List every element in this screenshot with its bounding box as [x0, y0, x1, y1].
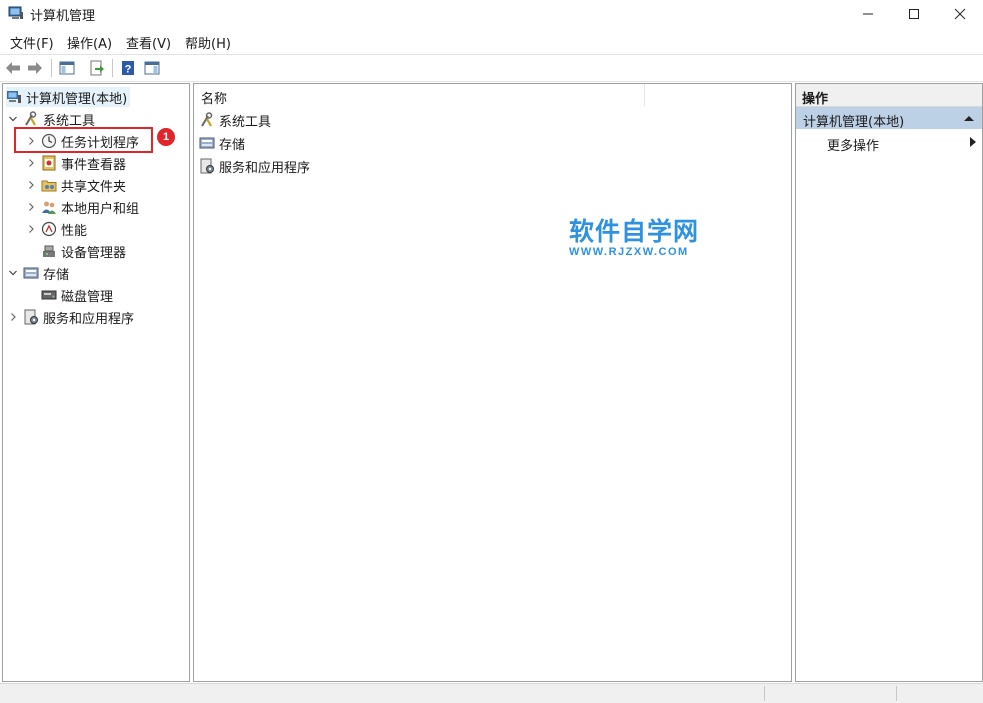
tree-item-label: 本地用户和组: [61, 201, 140, 217]
column-header-name[interactable]: 名称: [194, 84, 645, 107]
minimize-icon: [863, 13, 873, 15]
console-tree-pane[interactable]: 计算机管理(本地) 系统工具 任务计划程序 事件查看器 共享文件夹 本地用户和组…: [2, 83, 190, 682]
shared-folder-icon: [41, 180, 57, 192]
close-icon: [954, 8, 966, 20]
watermark: 软件自学网 WWW.RJZXW.COM: [569, 212, 719, 258]
maximize-button[interactable]: [891, 0, 937, 28]
services-icon: [24, 309, 38, 325]
actions-header-label: 操作: [802, 92, 829, 107]
menu-file[interactable]: 文件(F): [10, 33, 54, 52]
menu-bar: 文件(F) 操作(A) 查看(V) 帮助(H): [0, 30, 983, 52]
toolbar-separator: [112, 59, 113, 77]
tree-root-label: 计算机管理(本地): [26, 91, 128, 107]
list-item[interactable]: 服务和应用程序: [199, 156, 310, 176]
chevron-right-icon[interactable]: [25, 201, 37, 213]
event-viewer-icon: [42, 155, 56, 171]
services-icon: [200, 158, 214, 174]
chevron-down-icon[interactable]: [7, 113, 19, 125]
more-actions-item[interactable]: 更多操作: [796, 131, 982, 154]
tree-item-label: 性能: [61, 223, 88, 239]
list-item[interactable]: 系统工具: [199, 110, 271, 130]
list-item-label: 服务和应用程序: [219, 160, 311, 176]
disk-icon: [41, 290, 57, 300]
window-title: 计算机管理: [30, 9, 96, 24]
users-icon: [42, 201, 56, 214]
computer-management-icon: [8, 6, 23, 19]
chevron-right-icon[interactable]: [7, 311, 19, 323]
close-button[interactable]: [937, 0, 983, 28]
toolbar-separator: [51, 59, 52, 77]
tree-root[interactable]: 计算机管理(本地): [6, 87, 131, 107]
tree-item-disk-management[interactable]: 磁盘管理: [41, 285, 113, 305]
back-arrow-icon: [6, 62, 20, 74]
list-item-label: 存储: [219, 137, 246, 153]
chevron-down-icon[interactable]: [7, 267, 19, 279]
toolbar: ?: [0, 54, 983, 82]
list-item[interactable]: 存储: [199, 133, 245, 153]
help-icon: ?: [122, 61, 134, 76]
export-list-icon: [90, 60, 104, 76]
tree-item-device-manager[interactable]: 设备管理器: [41, 241, 126, 261]
tree-item-label: 磁盘管理: [61, 289, 114, 305]
performance-icon: [41, 221, 57, 237]
forward-button[interactable]: [26, 59, 44, 77]
tools-icon: [201, 112, 213, 127]
annotation-badge: 1: [157, 128, 175, 146]
tree-item-event-viewer[interactable]: 事件查看器: [25, 153, 126, 173]
submenu-arrow-icon: [970, 137, 976, 147]
results-pane[interactable]: 名称 系统工具 存储 服务和应用程序: [193, 83, 792, 682]
show-hide-action-pane-button[interactable]: [143, 59, 161, 77]
maximize-icon: [909, 9, 919, 19]
title-bar: 计算机管理: [0, 0, 983, 28]
computer-management-icon: [7, 91, 21, 103]
tree-item-label: 存储: [43, 267, 70, 283]
tree-item-services-applications[interactable]: 服务和应用程序: [7, 307, 134, 327]
chevron-right-icon[interactable]: [25, 157, 37, 169]
tree-item-label: 系统工具: [43, 113, 96, 129]
actions-group-label: 计算机管理(本地): [803, 115, 905, 130]
collapse-arrow-icon[interactable]: [964, 115, 974, 122]
device-manager-icon: [43, 245, 55, 257]
watermark-cn: 软件自学网: [569, 217, 700, 246]
tree-item-shared-folders[interactable]: 共享文件夹: [25, 175, 126, 195]
tools-icon: [25, 111, 37, 126]
show-hide-tree-button[interactable]: [58, 59, 76, 77]
help-button[interactable]: ?: [119, 59, 137, 77]
tree-item-label: 共享文件夹: [61, 179, 127, 195]
actions-pane: 操作 计算机管理(本地) 更多操作: [795, 83, 983, 682]
show-hide-tree-icon: [59, 61, 75, 75]
export-list-button[interactable]: [88, 59, 106, 77]
menu-view[interactable]: 查看(V): [126, 33, 171, 52]
chevron-right-icon[interactable]: [25, 179, 37, 191]
status-divider: [896, 686, 897, 701]
status-bar: [0, 683, 983, 703]
tree-item-performance[interactable]: 性能: [25, 219, 87, 239]
annotation-highlight-box: [14, 127, 153, 153]
menu-action[interactable]: 操作(A): [67, 33, 112, 52]
column-header-label: 名称: [201, 92, 228, 107]
list-item-label: 系统工具: [219, 114, 272, 130]
tree-item-storage[interactable]: 存储: [7, 263, 69, 283]
forward-arrow-icon: [28, 62, 42, 74]
actions-header: 操作: [796, 84, 982, 107]
minimize-button[interactable]: [845, 0, 891, 28]
actions-group-computer-management[interactable]: 计算机管理(本地): [796, 107, 982, 130]
storage-icon: [199, 137, 215, 149]
menu-help[interactable]: 帮助(H): [185, 33, 231, 52]
tree-item-label: 服务和应用程序: [43, 311, 135, 327]
chevron-right-icon[interactable]: [25, 223, 37, 235]
back-button[interactable]: [4, 59, 22, 77]
tree-item-label: 设备管理器: [61, 245, 127, 261]
show-hide-action-pane-icon: [144, 61, 160, 75]
storage-icon: [23, 267, 39, 279]
tree-item-label: 事件查看器: [61, 157, 127, 173]
tree-item-local-users-groups[interactable]: 本地用户和组: [25, 197, 139, 217]
tree-item-system-tools[interactable]: 系统工具: [7, 109, 95, 129]
status-divider: [764, 686, 765, 701]
svg-text:?: ?: [125, 64, 132, 76]
more-actions-label: 更多操作: [827, 139, 880, 154]
